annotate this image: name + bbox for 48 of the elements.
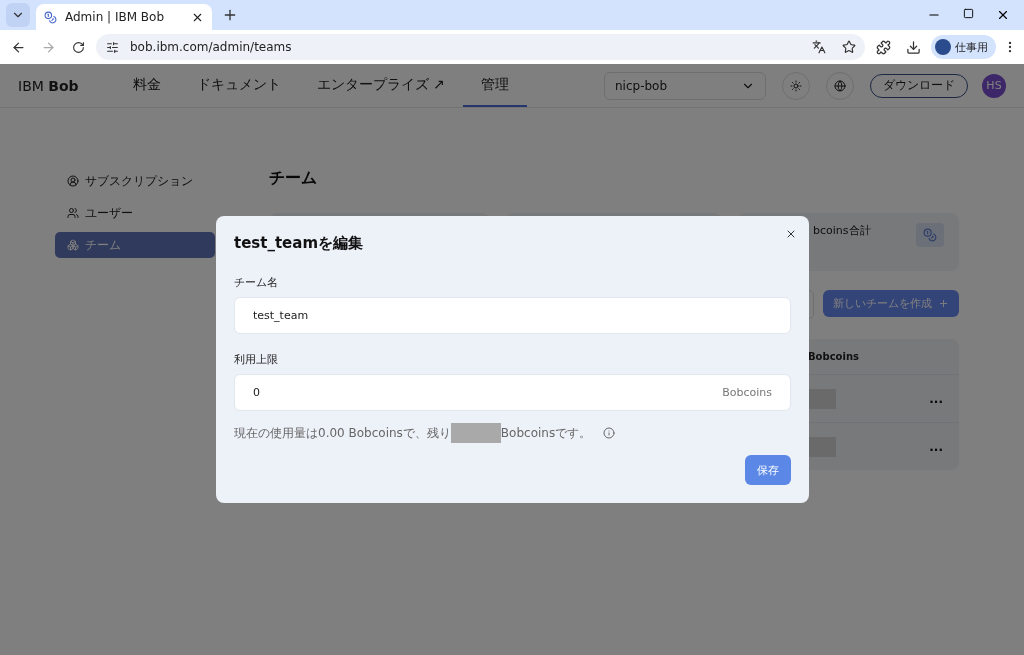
logo-text[interactable]: IBM Bob bbox=[18, 77, 79, 94]
usage-note: 現在の使用量は0.00 Bobcoinsで、残り bbox=[234, 424, 451, 442]
save-button[interactable]: 保存 bbox=[745, 455, 791, 485]
avatar[interactable]: HS bbox=[982, 73, 1006, 98]
close-icon[interactable] bbox=[996, 8, 1010, 22]
field-label: チーム名 bbox=[234, 275, 279, 290]
row-menu-button[interactable]: ... bbox=[929, 439, 943, 454]
nav-tab[interactable]: 料金 bbox=[114, 64, 179, 107]
stat-label: bcoins合計 bbox=[813, 223, 871, 238]
tab-list-button[interactable] bbox=[6, 3, 30, 27]
row-menu-button[interactable]: ... bbox=[929, 391, 943, 406]
avatar-icon bbox=[935, 39, 951, 55]
sidebar-item[interactable]: ユーザー bbox=[55, 200, 215, 226]
dialog-title: test_teamを編集 bbox=[234, 234, 365, 253]
plus-icon bbox=[222, 7, 238, 23]
input-field[interactable]: test_team bbox=[234, 297, 791, 334]
redaction-block bbox=[450, 423, 501, 443]
sidebar-item[interactable]: サブスクリプション bbox=[55, 168, 215, 194]
reload-icon bbox=[71, 40, 85, 54]
org-select[interactable]: nicp-bob bbox=[604, 71, 766, 100]
sidebar-item[interactable]: チーム bbox=[55, 232, 215, 258]
coins-icon bbox=[916, 223, 944, 247]
info-icon[interactable] bbox=[603, 427, 616, 439]
tab-title: Admin | IBM Bob bbox=[65, 10, 166, 24]
nav-tab[interactable]: ドキュメント bbox=[178, 64, 299, 107]
browser-tab[interactable]: Admin | IBM Bob bbox=[36, 4, 212, 30]
plus-icon bbox=[938, 298, 949, 309]
input-field[interactable]: 0 Bobcoins bbox=[234, 374, 791, 411]
address-bar[interactable]: bob.ibm.com/admin/teams bbox=[96, 34, 865, 60]
download-button[interactable]: ダウンロード bbox=[870, 73, 968, 98]
column-header: Bobcoins bbox=[808, 350, 860, 364]
redaction-block bbox=[808, 436, 836, 457]
profile-button[interactable]: 仕事用 bbox=[931, 35, 996, 59]
sun-icon bbox=[790, 79, 802, 92]
user-circle-icon bbox=[67, 175, 79, 187]
maximize-icon[interactable] bbox=[963, 8, 974, 19]
redaction-block bbox=[808, 388, 836, 409]
users-icon bbox=[67, 207, 79, 219]
field-label: 利用上限 bbox=[234, 352, 279, 367]
usage-note: Bobcoinsです。 bbox=[500, 424, 592, 442]
url-text: bob.ibm.com/admin/teams bbox=[130, 40, 293, 54]
site-icon bbox=[44, 10, 57, 24]
nav-tab[interactable]: エンタープライズ ↗ bbox=[298, 64, 463, 107]
globe-icon bbox=[834, 79, 846, 92]
arrow-right-icon bbox=[40, 39, 56, 55]
nav-tab[interactable]: 管理 bbox=[462, 64, 527, 107]
close-button[interactable] bbox=[785, 228, 797, 240]
page-title: チーム bbox=[269, 168, 318, 189]
